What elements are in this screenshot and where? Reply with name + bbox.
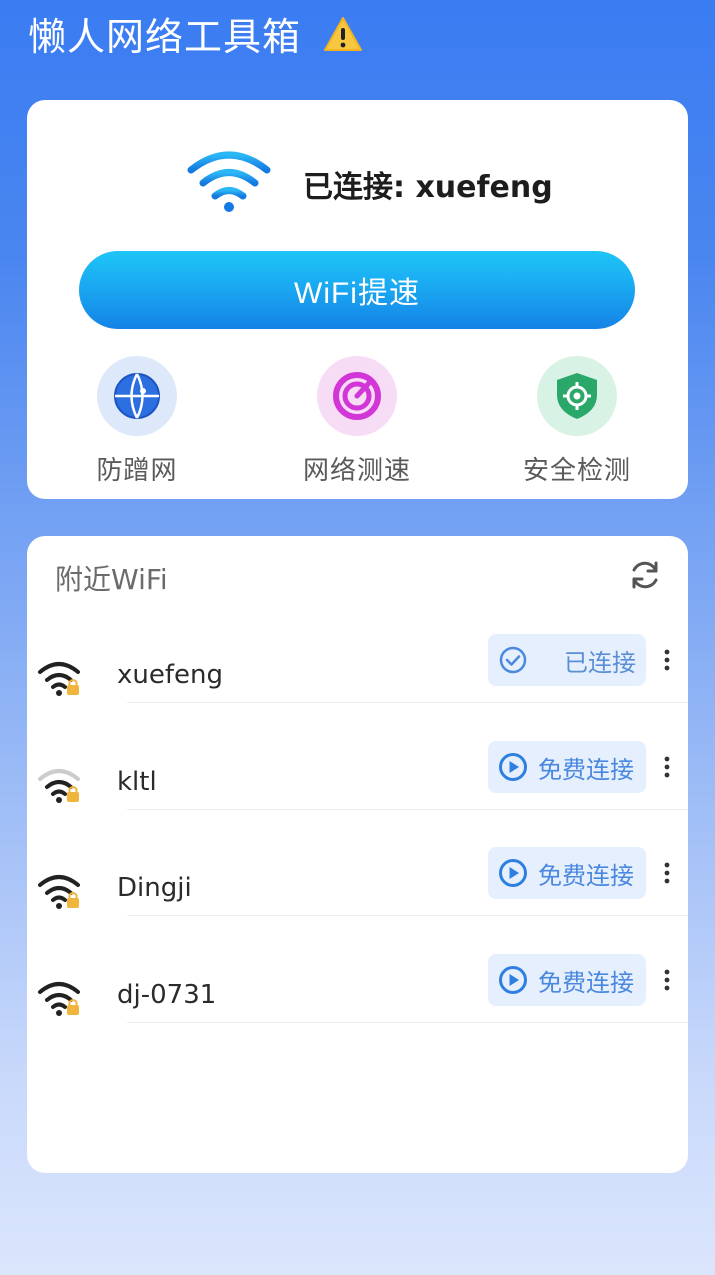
- more-options-icon[interactable]: [659, 646, 675, 674]
- wifi-locked-icon: [38, 662, 80, 696]
- play-circle-icon: [499, 966, 527, 994]
- wifi-list-item[interactable]: Dingji 免费连接: [27, 847, 688, 953]
- more-options-icon[interactable]: [659, 859, 675, 887]
- action-label: 免费连接: [538, 755, 634, 784]
- wifi-name: kltl: [117, 767, 157, 797]
- wifi-name: dj-0731: [117, 980, 217, 1010]
- shield-icon: [557, 373, 597, 419]
- refresh-icon[interactable]: [628, 558, 662, 592]
- check-circle-icon: [499, 646, 527, 674]
- action-label: 免费连接: [538, 968, 634, 997]
- feature-label: 安全检测: [522, 456, 631, 486]
- connection-status: 已连接: xuefeng: [303, 170, 553, 205]
- action-label: 已连接: [564, 648, 636, 677]
- free-connect-button[interactable]: 免费连接: [488, 741, 646, 793]
- row-divider: [127, 915, 688, 916]
- feature-label: 防蹭网: [96, 456, 178, 486]
- play-circle-icon: [499, 859, 527, 887]
- free-connect-button[interactable]: 免费连接: [488, 847, 646, 899]
- wifi-connected-icon: [187, 151, 271, 212]
- feature-icon-bg: [537, 356, 617, 436]
- nearby-wifi-title: 附近WiFi: [55, 563, 168, 596]
- app-title: 懒人网络工具箱: [28, 6, 363, 61]
- wifi-locked-icon: [38, 875, 80, 909]
- connection-card: 已连接: xuefeng WiFi提速 防蹭网 网络测速 安全检测: [27, 100, 688, 499]
- free-connect-button[interactable]: 免费连接: [488, 954, 646, 1006]
- row-divider: [127, 1022, 688, 1023]
- action-label: 免费连接: [538, 861, 634, 890]
- wifi-list-item[interactable]: kltl 免费连接: [27, 741, 688, 847]
- row-divider: [127, 809, 688, 810]
- app-title-text: 懒人网络工具箱: [28, 15, 302, 59]
- feature-anti-leech[interactable]: 防蹭网: [57, 356, 217, 487]
- feature-speed-test[interactable]: 网络测速: [277, 356, 437, 487]
- feature-icon-bg: [97, 356, 177, 436]
- row-divider: [127, 702, 688, 703]
- feature-icon-bg: [317, 356, 397, 436]
- wifi-weak-locked-icon: [38, 769, 80, 803]
- warning-icon: [324, 16, 363, 51]
- globe-icon: [114, 373, 160, 419]
- connected-status-button[interactable]: 已连接: [488, 634, 646, 686]
- wifi-boost-button[interactable]: WiFi提速: [79, 251, 635, 329]
- wifi-list-item[interactable]: dj-0731 免费连接: [27, 954, 688, 1060]
- feature-security-check[interactable]: 安全检测: [497, 356, 657, 487]
- wifi-name: xuefeng: [117, 660, 223, 690]
- more-options-icon[interactable]: [659, 753, 675, 781]
- wifi-name: Dingji: [117, 873, 192, 903]
- wifi-list-item[interactable]: xuefeng 已连接: [27, 634, 688, 740]
- feature-label: 网络测速: [302, 456, 411, 486]
- nearby-wifi-card: 附近WiFi xuefeng 已连接 kltl 免费连接 Dingji 免费连接…: [27, 536, 688, 1173]
- more-options-icon[interactable]: [659, 966, 675, 994]
- speedometer-icon: [333, 372, 381, 420]
- play-circle-icon: [499, 753, 527, 781]
- wifi-locked-icon: [38, 982, 80, 1016]
